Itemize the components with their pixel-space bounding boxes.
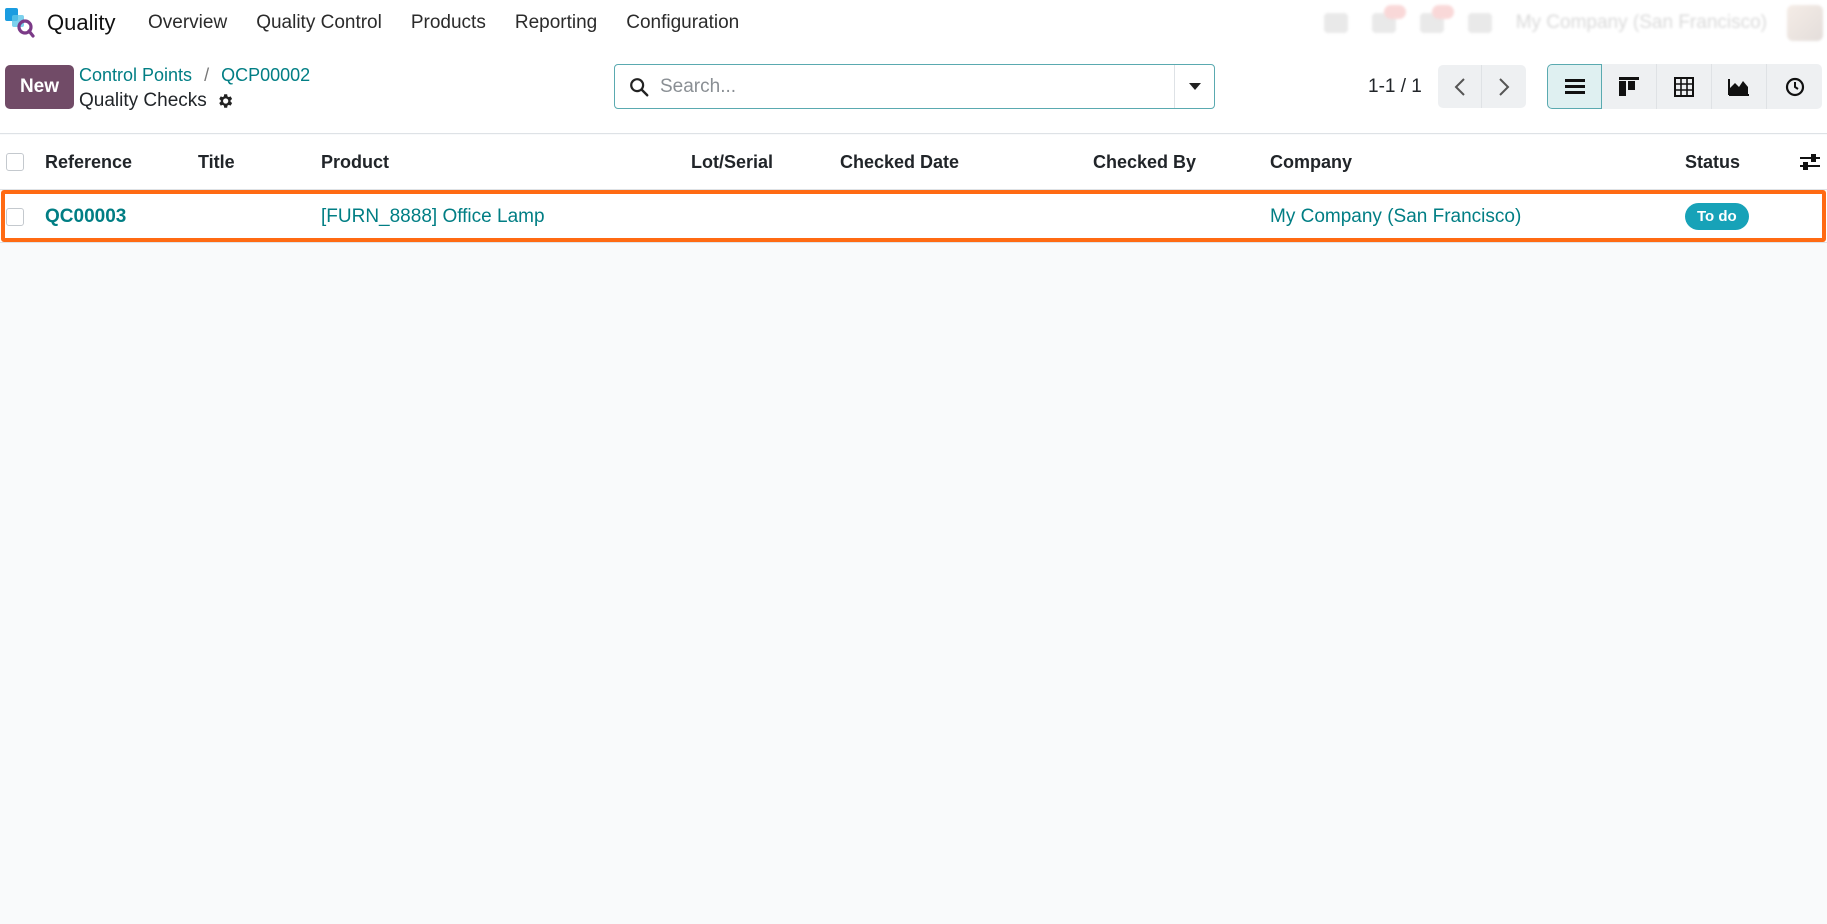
cell-reference[interactable]: QC00003 xyxy=(45,191,126,242)
sliders-icon xyxy=(1800,154,1820,170)
menu-configuration[interactable]: Configuration xyxy=(626,12,739,34)
cell-status: To do xyxy=(1685,191,1749,242)
tools-icon[interactable] xyxy=(1467,13,1492,33)
quality-app-icon[interactable] xyxy=(5,8,35,38)
menu-overview[interactable]: Overview xyxy=(148,12,227,34)
row-checkbox[interactable] xyxy=(6,208,24,226)
caret-down-icon xyxy=(1188,82,1201,90)
page-title-text: Quality Checks xyxy=(79,90,207,111)
status-badge: To do xyxy=(1685,203,1749,230)
main-menu: Overview Quality Control Products Report… xyxy=(148,12,739,34)
activities-icon[interactable] xyxy=(1419,5,1454,33)
page-title: Quality Checks xyxy=(79,90,234,112)
col-reference[interactable]: Reference xyxy=(45,135,132,189)
col-lot-serial[interactable]: Lot/Serial xyxy=(691,135,773,189)
select-all-checkbox[interactable] xyxy=(6,153,24,171)
kanban-view-button[interactable] xyxy=(1602,64,1657,109)
clock-icon xyxy=(1785,77,1804,96)
col-status[interactable]: Status xyxy=(1685,135,1740,189)
pager-previous-button[interactable] xyxy=(1438,65,1482,108)
app-name[interactable]: Quality xyxy=(47,10,115,36)
cell-company[interactable]: My Company (San Francisco) xyxy=(1270,191,1521,242)
col-title[interactable]: Title xyxy=(198,135,235,189)
search-input[interactable] xyxy=(650,65,1174,108)
menu-products[interactable]: Products xyxy=(411,12,486,34)
systray: My Company (San Francisco) xyxy=(1323,0,1827,46)
list-view-button[interactable] xyxy=(1547,64,1602,109)
list-header: Reference Title Product Lot/Serial Check… xyxy=(0,135,1827,190)
table-row[interactable]: QC00003 [FURN_8888] Office Lamp My Compa… xyxy=(0,191,1827,243)
optional-columns-toggle[interactable] xyxy=(1799,135,1821,189)
breadcrumb-qcp00002[interactable]: QCP00002 xyxy=(221,65,310,86)
graph-view-button[interactable] xyxy=(1712,64,1767,109)
user-avatar[interactable] xyxy=(1787,5,1823,41)
gear-icon[interactable] xyxy=(216,92,234,110)
breadcrumb-separator: / xyxy=(204,65,210,85)
col-product[interactable]: Product xyxy=(321,135,389,189)
debug-icon[interactable] xyxy=(1323,13,1348,33)
chevron-right-icon xyxy=(1499,77,1510,96)
col-company[interactable]: Company xyxy=(1270,135,1352,189)
new-button[interactable]: New xyxy=(5,65,74,109)
top-navbar: Quality Overview Quality Control Product… xyxy=(0,0,1827,46)
breadcrumb-control-points[interactable]: Control Points xyxy=(79,65,192,86)
pager-value[interactable]: 1-1 / 1 xyxy=(1368,76,1422,98)
search-icon xyxy=(630,77,649,96)
pivot-view-button[interactable] xyxy=(1657,64,1712,109)
chevron-left-icon xyxy=(1454,77,1465,96)
area-chart-icon xyxy=(1728,78,1749,96)
kanban-view-icon xyxy=(1619,76,1639,96)
col-checked-by[interactable]: Checked By xyxy=(1093,135,1196,189)
pager-buttons xyxy=(1438,65,1526,108)
control-panel: New Control Points / QCP00002 Quality Ch… xyxy=(0,46,1827,134)
search-bar xyxy=(614,64,1215,109)
search-options-toggle[interactable] xyxy=(1174,65,1214,108)
breadcrumb: Control Points / QCP00002 xyxy=(79,65,310,86)
activity-view-button[interactable] xyxy=(1767,64,1822,109)
pager-next-button[interactable] xyxy=(1482,65,1526,108)
messages-icon[interactable] xyxy=(1371,5,1406,33)
list-view-icon xyxy=(1564,78,1585,94)
view-switcher xyxy=(1547,64,1822,109)
pivot-table-icon xyxy=(1674,76,1694,97)
cell-product[interactable]: [FURN_8888] Office Lamp xyxy=(321,191,545,242)
company-switcher[interactable]: My Company (San Francisco) xyxy=(1516,12,1767,34)
menu-quality-control[interactable]: Quality Control xyxy=(256,12,382,34)
menu-reporting[interactable]: Reporting xyxy=(515,12,597,34)
col-checked-date[interactable]: Checked Date xyxy=(840,135,959,189)
